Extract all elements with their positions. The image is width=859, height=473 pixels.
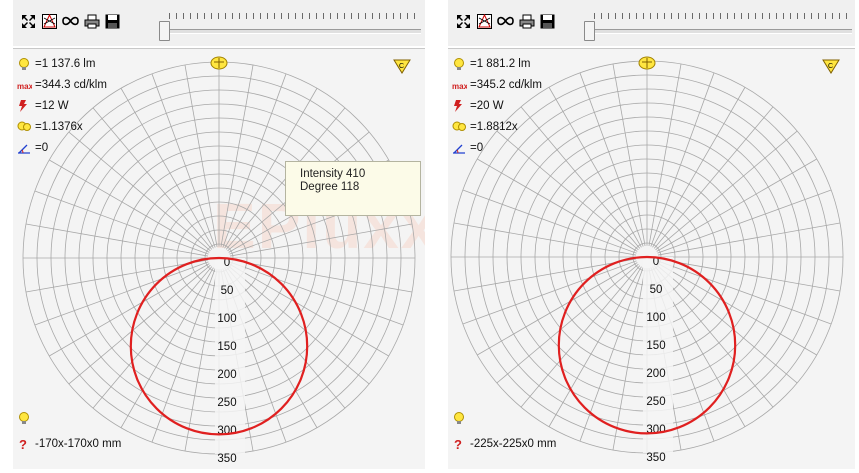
radial-label: 200	[217, 369, 236, 381]
tilt-row: =0	[17, 141, 48, 155]
factor-row: =1.8812x	[452, 120, 518, 134]
power-icon	[17, 99, 32, 113]
radial-label: 200	[646, 368, 665, 380]
max-intensity-row: max =344.3 cd/klm	[17, 78, 107, 92]
multi-bulb-icon	[17, 120, 32, 134]
print-icon[interactable]	[82, 12, 101, 31]
save-icon[interactable]	[103, 12, 122, 31]
power-row: =12 W	[17, 99, 69, 113]
svg-text:?: ?	[19, 437, 27, 451]
max-icon: max	[452, 78, 469, 92]
slider-thumb[interactable]	[159, 21, 170, 41]
polar-grid: 050100150200250300350	[22, 61, 416, 465]
factor-value: =1.8812x	[470, 121, 518, 133]
top-rotate-icon[interactable]	[637, 55, 657, 75]
tilt-value: =0	[35, 142, 49, 154]
bulb-icon	[17, 411, 32, 425]
radial-label: 50	[221, 285, 234, 297]
polar-diagram[interactable]: 0 50 100 150 200 250 300 350 =1 881.2 lm max =3…	[448, 48, 855, 469]
photometric-panel-right: 0 50 100 150 200 250 300 350 =1 881.2 lm max =3…	[448, 0, 855, 473]
luminous-flux-row: =1 137.6 lm	[17, 57, 95, 71]
radial-label: 150	[217, 341, 236, 353]
bulb-icon	[452, 57, 467, 71]
intensity-tooltip: Intensity 410 Degree 118	[285, 161, 421, 216]
luminous-flux-value: =1 137.6 lm	[35, 58, 96, 70]
fit-view-icon[interactable]	[454, 12, 473, 31]
bulb-footer-row	[452, 411, 467, 425]
bulb-icon	[17, 57, 32, 71]
radial-label: 150	[646, 340, 665, 352]
dimensions-value: -225x-225x0 mm	[470, 438, 557, 450]
slider-track	[165, 29, 421, 34]
slider-track	[590, 29, 852, 34]
max-intensity-value: =345.2 cd/klm	[470, 79, 542, 91]
help-icon[interactable]: ?	[17, 437, 32, 452]
svg-text:C: C	[828, 63, 833, 70]
svg-text:max: max	[452, 82, 467, 91]
factor-value: =1.1376x	[35, 121, 83, 133]
bulb-icon	[452, 411, 467, 425]
polar-diagram[interactable]: EPluxx 0 50 100 150 200 250 300 350 =1 137.6 lm…	[13, 48, 425, 469]
radial-label: 50	[650, 284, 663, 296]
polar-grid: 050100150200250300350	[450, 60, 844, 464]
fit-view-icon[interactable]	[19, 12, 38, 31]
dimensions-value: -170x-170x0 mm	[35, 438, 122, 450]
tilt-angle-icon	[17, 141, 32, 155]
radial-label: 250	[217, 397, 236, 409]
corner-triangle-icon[interactable]: C	[822, 59, 840, 77]
power-row: =20 W	[452, 99, 504, 113]
max-intensity-row: max =345.2 cd/klm	[452, 78, 542, 92]
print-icon[interactable]	[517, 12, 536, 31]
dimensions-row: ? -170x-170x0 mm	[17, 437, 122, 452]
power-value: =12 W	[35, 100, 69, 112]
tilt-angle-icon	[452, 141, 467, 155]
dimensions-row: ? -225x-225x0 mm	[452, 437, 557, 452]
help-icon[interactable]: ?	[452, 437, 467, 452]
factor-row: =1.1376x	[17, 120, 83, 134]
polar-curve-icon[interactable]	[496, 12, 515, 31]
luminous-flux-row: =1 881.2 lm	[452, 57, 530, 71]
slider-ticks	[594, 13, 848, 19]
zoom-slider[interactable]	[159, 7, 421, 41]
max-intensity-value: =344.3 cd/klm	[35, 79, 107, 91]
svg-text:C: C	[399, 63, 404, 70]
tilt-row: =0	[452, 141, 483, 155]
radial-label: 350	[217, 453, 236, 465]
luminous-flux-value: =1 881.2 lm	[470, 58, 531, 70]
radial-label: 350	[646, 452, 665, 464]
radial-label: 100	[646, 312, 665, 324]
corner-triangle-icon[interactable]: C	[393, 59, 411, 77]
radial-label: 100	[217, 313, 236, 325]
photometric-panel-left: EPluxx 0 50 100 150 200 250 300 350 =1 137.6 lm…	[13, 0, 425, 473]
radial-label: 250	[646, 396, 665, 408]
svg-text:?: ?	[454, 437, 462, 451]
zoom-slider[interactable]	[584, 7, 852, 41]
max-icon: max	[17, 78, 34, 92]
slider-thumb[interactable]	[584, 21, 595, 41]
save-icon[interactable]	[538, 12, 557, 31]
tilt-value: =0	[470, 142, 484, 154]
multi-bulb-icon	[452, 120, 467, 134]
top-rotate-icon[interactable]	[209, 55, 229, 75]
3d-view-icon[interactable]	[40, 12, 59, 31]
toolbar	[13, 0, 425, 46]
slider-ticks	[169, 13, 417, 19]
3d-view-icon[interactable]	[475, 12, 494, 31]
power-value: =20 W	[470, 100, 504, 112]
tooltip-degree: Degree 118	[300, 181, 360, 193]
polar-curve-icon[interactable]	[61, 12, 80, 31]
tooltip-intensity: Intensity 410	[300, 168, 366, 180]
toolbar	[448, 0, 855, 46]
svg-text:max: max	[17, 82, 32, 91]
power-icon	[452, 99, 467, 113]
bulb-footer-row	[17, 411, 32, 425]
